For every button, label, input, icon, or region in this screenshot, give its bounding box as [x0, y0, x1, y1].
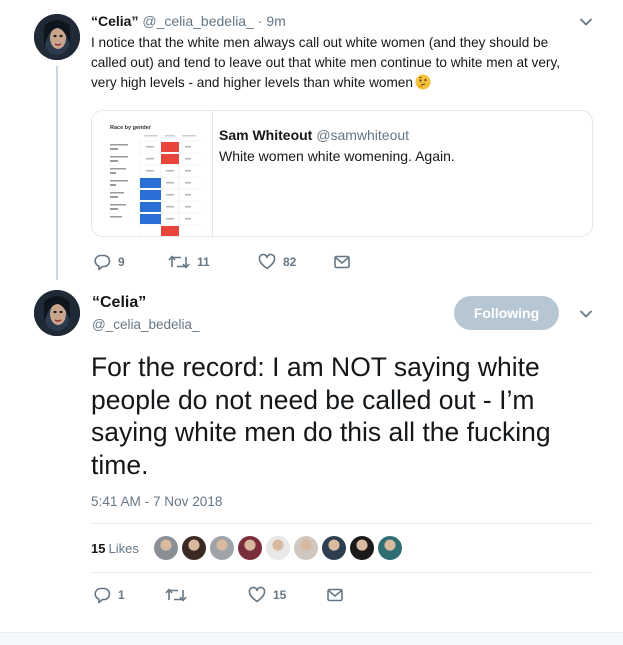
tweet-header: “Celia” @_celia_bedelia_ · 9m: [91, 13, 286, 29]
liker-avatars: [153, 536, 406, 560]
chart-thumb-title: Race by gender: [110, 125, 152, 131]
direct-message-button[interactable]: [326, 586, 344, 604]
display-name[interactable]: “Celia”: [92, 294, 146, 312]
liker-avatar[interactable]: [237, 536, 262, 560]
retweet-icon: [168, 255, 190, 269]
retweet-button[interactable]: [165, 586, 248, 604]
avatar[interactable]: [34, 290, 80, 336]
reply-icon: [94, 587, 111, 604]
likes-label: Likes: [108, 540, 139, 556]
heart-icon: [248, 586, 266, 603]
liker-avatar[interactable]: [293, 536, 318, 560]
user-handle[interactable]: @_celia_bedelia_: [92, 317, 200, 332]
envelope-icon: [327, 588, 343, 602]
tweet-text: I notice that the white men always call …: [91, 33, 581, 93]
quoted-tweet-author: Sam Whiteout @samwhiteout: [219, 127, 409, 143]
reply-count: 1: [118, 588, 125, 602]
tweet-text-body: I notice that the white men always call …: [91, 35, 561, 90]
following-button[interactable]: Following: [454, 296, 559, 330]
thread-connector-line: [56, 66, 58, 280]
thinking-face-emoji-icon: [415, 74, 431, 90]
quoted-display-name: Sam Whiteout: [219, 127, 313, 143]
tweet-text: For the record: I am NOT saying white pe…: [91, 352, 551, 480]
tweet-timestamp[interactable]: 5:41 AM - 7 Nov 2018: [91, 494, 222, 509]
like-count: 82: [283, 255, 297, 269]
avatar[interactable]: [34, 14, 80, 60]
quoted-tweet-image[interactable]: Race by gender: [92, 111, 213, 236]
divider: [91, 523, 593, 524]
reply-icon: [94, 254, 111, 271]
tweet-time[interactable]: 9m: [266, 13, 285, 29]
reply-button[interactable]: 9: [93, 253, 168, 271]
chevron-down-icon[interactable]: [579, 307, 593, 321]
user-handle[interactable]: @_celia_bedelia_: [142, 13, 254, 29]
reply-count: 9: [118, 255, 125, 269]
envelope-icon: [334, 255, 350, 269]
quoted-tweet-text: White women white womening. Again.: [219, 148, 455, 164]
liker-avatar[interactable]: [377, 536, 402, 560]
separator-dot: ·: [257, 13, 263, 29]
retweet-icon: [165, 588, 187, 602]
likes-link[interactable]: 15 Likes: [91, 541, 139, 556]
liker-avatar[interactable]: [209, 536, 234, 560]
quoted-tweet[interactable]: Race by gender Sam Whiteout @samwhiteout…: [91, 110, 593, 237]
chevron-down-icon[interactable]: [579, 15, 593, 29]
liker-avatar[interactable]: [153, 536, 178, 560]
like-button[interactable]: 82: [258, 253, 333, 271]
liker-avatar[interactable]: [181, 536, 206, 560]
liker-avatar[interactable]: [321, 536, 346, 560]
likes-count: 15: [91, 540, 106, 556]
quoted-user-handle: @samwhiteout: [316, 127, 410, 143]
liker-avatar[interactable]: [265, 536, 290, 560]
divider: [91, 572, 593, 573]
display-name[interactable]: “Celia”: [91, 13, 138, 29]
reply-button[interactable]: 1: [93, 586, 165, 604]
like-count: 15: [273, 588, 287, 602]
replies-section-edge: [0, 632, 623, 645]
retweet-button[interactable]: 11: [168, 253, 258, 271]
retweet-count: 11: [197, 255, 210, 269]
likes-summary: 15 Likes: [91, 534, 406, 562]
tweet-actions: 1 15: [93, 586, 344, 604]
heart-icon: [258, 253, 276, 270]
direct-message-button[interactable]: [333, 253, 351, 271]
like-button[interactable]: 15: [248, 586, 326, 604]
liker-avatar[interactable]: [349, 536, 374, 560]
tweet-actions: 9 11 82: [93, 253, 351, 271]
